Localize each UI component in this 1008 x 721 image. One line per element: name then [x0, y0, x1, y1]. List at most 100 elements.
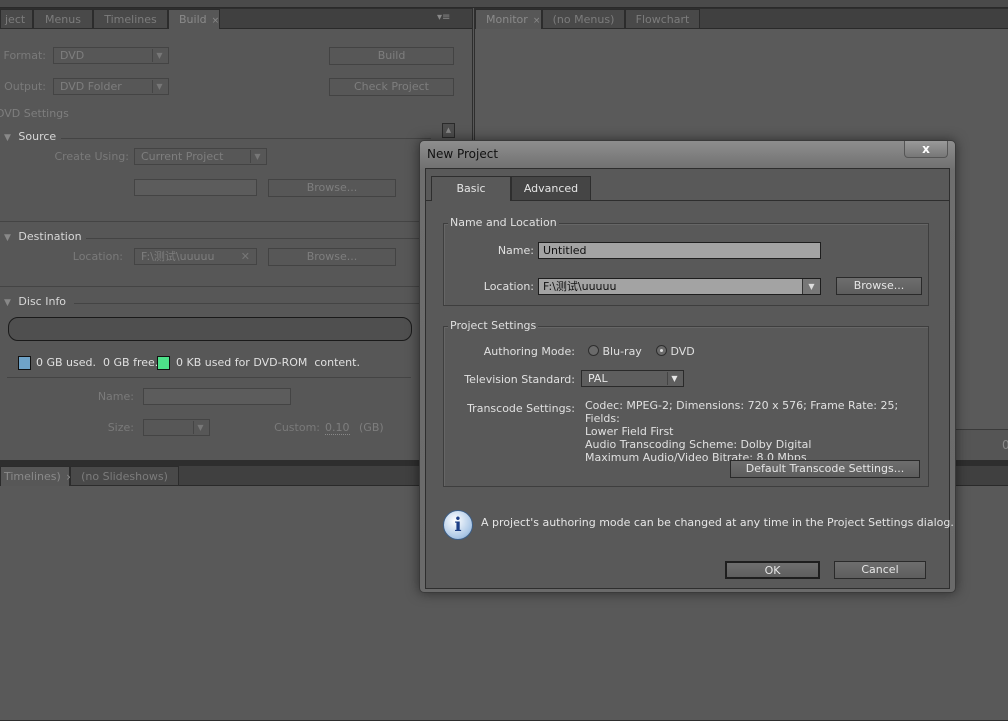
default-transcode-settings-button[interactable]: Default Transcode Settings...: [730, 460, 920, 478]
tab-label: Build: [179, 13, 207, 26]
destination-section-header[interactable]: ▼ Destination: [4, 230, 82, 243]
timecode[interactable]: 0: [1002, 438, 1008, 452]
collapse-triangle-icon: ▼: [4, 133, 11, 143]
tab-label: Monitor: [486, 13, 528, 26]
destination-location-input[interactable]: F:\测试\uuuuu ✕: [134, 248, 257, 265]
chevron-down-icon: ▼: [802, 279, 820, 294]
info-icon: i: [443, 510, 473, 540]
panel-menu-icon[interactable]: ▾≡: [437, 12, 450, 23]
create-using-value: Current Project: [141, 150, 224, 163]
custom-size-value[interactable]: 0.10: [325, 421, 350, 435]
collapse-triangle-icon: ▼: [4, 298, 11, 308]
radio-blu-ray[interactable]: Blu-ray: [588, 345, 642, 358]
rom-color-swatch: [157, 356, 170, 370]
source-section-header[interactable]: ▼ Source: [4, 130, 56, 143]
divider: [61, 138, 431, 139]
format-value: DVD: [60, 49, 85, 62]
tab-label: Advanced: [523, 182, 579, 195]
radio-button[interactable]: [588, 345, 599, 356]
tab-label: Flowchart: [635, 13, 690, 26]
chevron-down-icon: ▼: [152, 80, 166, 93]
tab-project[interactable]: ject: [0, 9, 33, 29]
output-dropdown[interactable]: DVD Folder ▼: [53, 78, 169, 95]
location-browse-button[interactable]: Browse...: [836, 277, 922, 295]
info-message: A project's authoring mode can be change…: [481, 516, 954, 529]
tab-build[interactable]: Build ×: [168, 9, 220, 29]
name-label: Name:: [497, 244, 534, 257]
section-title: Destination: [18, 230, 82, 243]
tab-label: ject: [5, 13, 26, 26]
project-settings-group: Project Settings Authoring Mode: Blu-ray…: [443, 319, 929, 487]
source-path-input[interactable]: [134, 179, 257, 196]
tab-timelines[interactable]: Timelines: [93, 9, 168, 29]
format-dropdown[interactable]: DVD ▼: [53, 47, 169, 64]
close-button[interactable]: x: [904, 141, 948, 158]
check-project-button[interactable]: Check Project: [329, 78, 454, 96]
chevron-down-icon: ▼: [667, 372, 681, 385]
tab-menus[interactable]: Menus: [33, 9, 93, 29]
tab-no-slideshows[interactable]: (no Slideshows): [70, 466, 179, 486]
divider: [7, 377, 411, 378]
dvd-settings-label: DVD Settings: [0, 107, 69, 120]
build-button[interactable]: Build: [329, 47, 454, 65]
section-title: Source: [18, 130, 57, 143]
section-title: Disc Info: [18, 295, 67, 308]
size-label: Size:: [107, 421, 134, 434]
size-dropdown[interactable]: ▼: [143, 419, 210, 436]
close-tab-icon[interactable]: ×: [212, 16, 220, 26]
transcode-line: Audio Transcoding Scheme: Dolby Digital: [585, 438, 812, 451]
destination-browse-button[interactable]: Browse...: [268, 248, 396, 266]
divider: [74, 303, 420, 304]
group-title: Name and Location: [448, 216, 559, 229]
output-label: Output:: [4, 80, 46, 93]
tab-label: (no Slideshows): [81, 470, 168, 483]
project-location-dropdown[interactable]: F:\测试\uuuuu ▼: [538, 278, 821, 295]
radio-button[interactable]: [656, 345, 667, 356]
radio-label: DVD: [670, 345, 695, 358]
tab-timelines-bottom[interactable]: Timelines)×: [0, 466, 73, 486]
tab-label: Menus: [45, 13, 81, 26]
ok-button[interactable]: OK: [725, 561, 820, 579]
disc-name-input[interactable]: [143, 388, 291, 405]
tv-standard-value: PAL: [588, 372, 608, 385]
custom-label: Custom:: [274, 421, 320, 434]
clear-icon[interactable]: ✕: [241, 249, 250, 264]
transcode-line: Codec: MPEG-2; Dimensions: 720 x 576; Fr…: [585, 399, 899, 425]
transcode-line: Lower Field First: [585, 425, 674, 438]
top-strip: [0, 0, 1008, 8]
create-using-dropdown[interactable]: Current Project ▼: [134, 148, 267, 165]
used-color-swatch: [18, 356, 31, 370]
tab-flowchart[interactable]: Flowchart: [625, 9, 700, 29]
tab-advanced[interactable]: Advanced: [511, 176, 591, 200]
new-project-dialog: New Project x Basic Advanced Name and Lo…: [419, 140, 956, 593]
disc-info-section-header[interactable]: ▼ Disc Info: [4, 295, 66, 308]
radio-dvd[interactable]: DVD: [656, 345, 695, 358]
tv-standard-label: Television Standard:: [464, 373, 575, 386]
divider: [0, 286, 420, 287]
tab-no-menus[interactable]: (no Menus): [542, 9, 625, 29]
authoring-mode-label: Authoring Mode:: [483, 345, 575, 358]
close-tab-icon[interactable]: ×: [533, 16, 541, 26]
tab-label: Basic: [456, 182, 486, 195]
location-value: F:\测试\uuuuu: [141, 250, 215, 263]
build-panel: ject Menus Timelines Build × ▾≡ Format: D…: [0, 8, 473, 462]
chevron-down-icon: ▼: [193, 421, 207, 434]
output-value: DVD Folder: [60, 80, 122, 93]
scroll-up-button[interactable]: ▲: [442, 123, 455, 138]
tab-monitor[interactable]: Monitor ×: [475, 9, 542, 29]
divider: [0, 221, 420, 222]
group-title: Project Settings: [448, 319, 539, 332]
cancel-button[interactable]: Cancel: [834, 561, 926, 579]
location-label: Location:: [483, 280, 534, 293]
project-name-input[interactable]: Untitled: [538, 242, 821, 259]
source-browse-button[interactable]: Browse...: [268, 179, 396, 197]
chevron-down-icon: ▼: [152, 49, 166, 62]
tab-basic[interactable]: Basic: [431, 176, 511, 201]
used-free-text: 0 GB used. 0 GB free.: [36, 356, 159, 369]
transcode-settings-label: Transcode Settings:: [467, 402, 575, 415]
custom-unit: (GB): [359, 421, 384, 434]
dialog-body: Basic Advanced Name and Location Name: U…: [425, 168, 954, 589]
format-label: Format:: [3, 49, 46, 62]
collapse-triangle-icon: ▼: [4, 233, 11, 243]
tv-standard-dropdown[interactable]: PAL ▼: [581, 370, 684, 387]
